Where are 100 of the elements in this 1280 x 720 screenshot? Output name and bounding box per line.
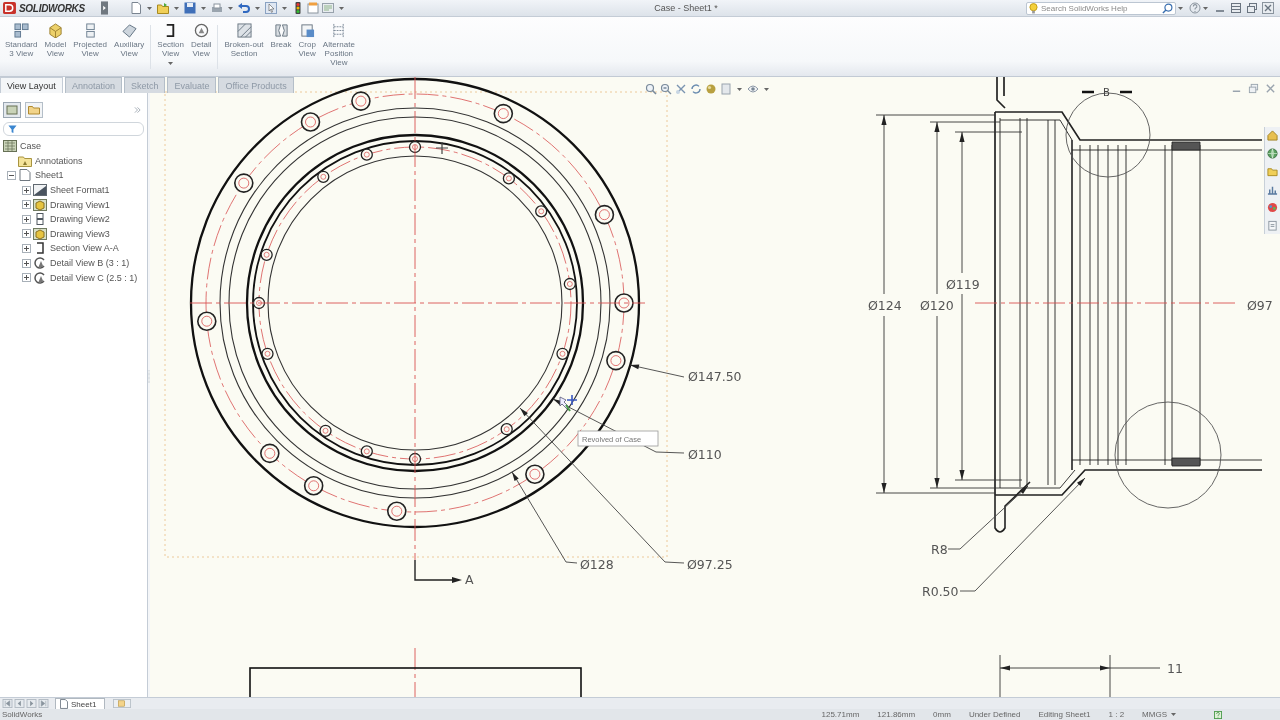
screen-icon[interactable] [322,2,334,14]
expand-toggle[interactable] [22,258,31,268]
bolt-hole [260,248,273,261]
caret-icon[interactable] [147,6,152,10]
shaded-sphere-icon[interactable] [705,83,717,95]
section-view-button[interactable]: Section View [155,23,186,65]
window-title: Case - Sheet1 * [653,3,719,13]
crop-view-button[interactable]: Crop View [296,23,318,58]
tree-item[interactable]: Detail View B (3 : 1) [33,257,130,270]
sheet-tab[interactable]: Sheet1 [55,698,106,709]
bolt-hole [493,103,514,124]
cycle-arrows-icon[interactable] [690,83,702,95]
break-view-button[interactable]: Break [268,23,294,49]
magnifier-icon[interactable] [645,83,657,95]
dimension-label: Ø120 [920,298,954,313]
help-icon[interactable] [1189,2,1201,14]
chart-icon[interactable] [1267,184,1278,195]
house-icon[interactable] [1267,130,1278,141]
logo-icon[interactable] [3,2,16,14]
standard-view-button[interactable]: Standard 3 View [3,23,40,58]
previous-sheet-icon[interactable] [14,699,25,708]
arrow-tab-icon[interactable] [101,1,108,15]
alternate-view-button[interactable]: Alternate Position View [320,23,357,67]
dimension-label: Ø119 [946,277,980,292]
double-chevron-icon[interactable] [134,106,141,113]
document-icon[interactable] [1267,220,1278,231]
tree-item[interactable]: Sheet Format1 [33,184,110,197]
print-icon[interactable] [211,2,223,14]
status-field: Editing Sheet1 [1038,710,1091,719]
caret-icon[interactable] [201,6,206,10]
expand-toggle[interactable] [22,243,31,253]
expand-toggle[interactable] [22,185,31,195]
magnifier-icon[interactable] [660,83,672,95]
caret-icon[interactable] [255,6,260,10]
expand-toggle[interactable] [7,171,16,180]
auxiliary-view-button[interactable]: Auxiliary View [112,23,147,58]
broken-out-view-button[interactable]: Broken-out Section [222,23,266,58]
tree-item[interactable]: Drawing View1 [33,198,110,211]
hatched-square-icon [236,23,252,38]
caret-icon[interactable] [1171,713,1176,716]
filter-field[interactable] [3,122,144,136]
search-icon[interactable] [1162,2,1173,14]
dimension-label: 11 [1167,661,1183,676]
tree-item[interactable]: Case [3,140,41,153]
caret-icon[interactable] [339,6,344,10]
help-icon[interactable] [1214,710,1222,719]
dimension-label: R8 [931,542,948,557]
dimension-label: R0.50 [922,584,959,599]
circle-detail-icon [193,23,209,38]
tree-item[interactable]: Annotations [18,154,83,167]
panel-icon[interactable] [720,83,732,95]
caret-icon[interactable] [168,62,174,65]
undo-icon[interactable] [238,2,250,14]
eye-icon[interactable] [747,83,759,95]
last-sheet-icon[interactable] [38,699,49,708]
first-sheet-icon[interactable] [2,699,13,708]
bolt-hole [260,443,280,464]
crossed-lines-icon[interactable] [675,83,687,95]
caret-icon[interactable] [228,6,233,10]
bolt-hole [360,148,373,161]
tree-item[interactable]: Detail View C (2.5 : 1) [33,271,138,284]
model-view-button[interactable]: Model View [42,23,69,58]
tree-item[interactable]: Drawing View2 [33,213,110,226]
framed-folder-icon[interactable] [25,101,43,118]
caret-icon[interactable] [1178,6,1183,10]
restore-icon[interactable] [1246,2,1258,14]
search-field[interactable]: Search SolidWorks Help [1026,1,1176,15]
restore-icon[interactable] [1248,83,1259,94]
save-icon[interactable] [184,2,196,14]
palette-icon[interactable] [1267,202,1278,213]
globe-icon[interactable] [1267,148,1278,159]
tilted-box-icon [121,23,137,38]
bolt-hole [234,173,254,193]
detail-view-button[interactable]: Detail View [189,23,214,58]
caret-icon[interactable] [174,6,179,10]
caret-icon[interactable] [1203,6,1208,10]
close-icon[interactable] [1265,83,1276,94]
framed-box-icon[interactable] [3,101,21,118]
folder-icon[interactable] [157,2,169,14]
next-sheet-icon[interactable] [26,699,37,708]
tree-item[interactable]: Sheet1 [18,169,64,182]
new-document-icon[interactable] [130,2,142,14]
tile-windows-icon[interactable] [1230,2,1242,14]
expand-toggle[interactable] [22,200,31,210]
folder-icon[interactable] [1267,166,1278,177]
caret-icon[interactable] [282,6,287,10]
caret-icon[interactable] [764,87,769,91]
ribbon-tab[interactable]: View Layout [0,77,63,93]
expand-toggle[interactable] [22,214,31,224]
expand-toggle[interactable] [22,273,31,283]
projected-view-button[interactable]: Projected View [71,23,110,58]
tree-item[interactable]: Section View A-A [33,242,119,255]
bolt-hole [351,91,371,111]
close-icon[interactable] [1262,2,1274,14]
bolt-hole [386,501,407,521]
tree-item[interactable]: Drawing View3 [33,227,110,240]
bolt-hole [317,170,330,183]
expand-toggle[interactable] [22,229,31,239]
caret-icon[interactable] [737,87,742,91]
pointer-icon[interactable] [265,2,277,14]
